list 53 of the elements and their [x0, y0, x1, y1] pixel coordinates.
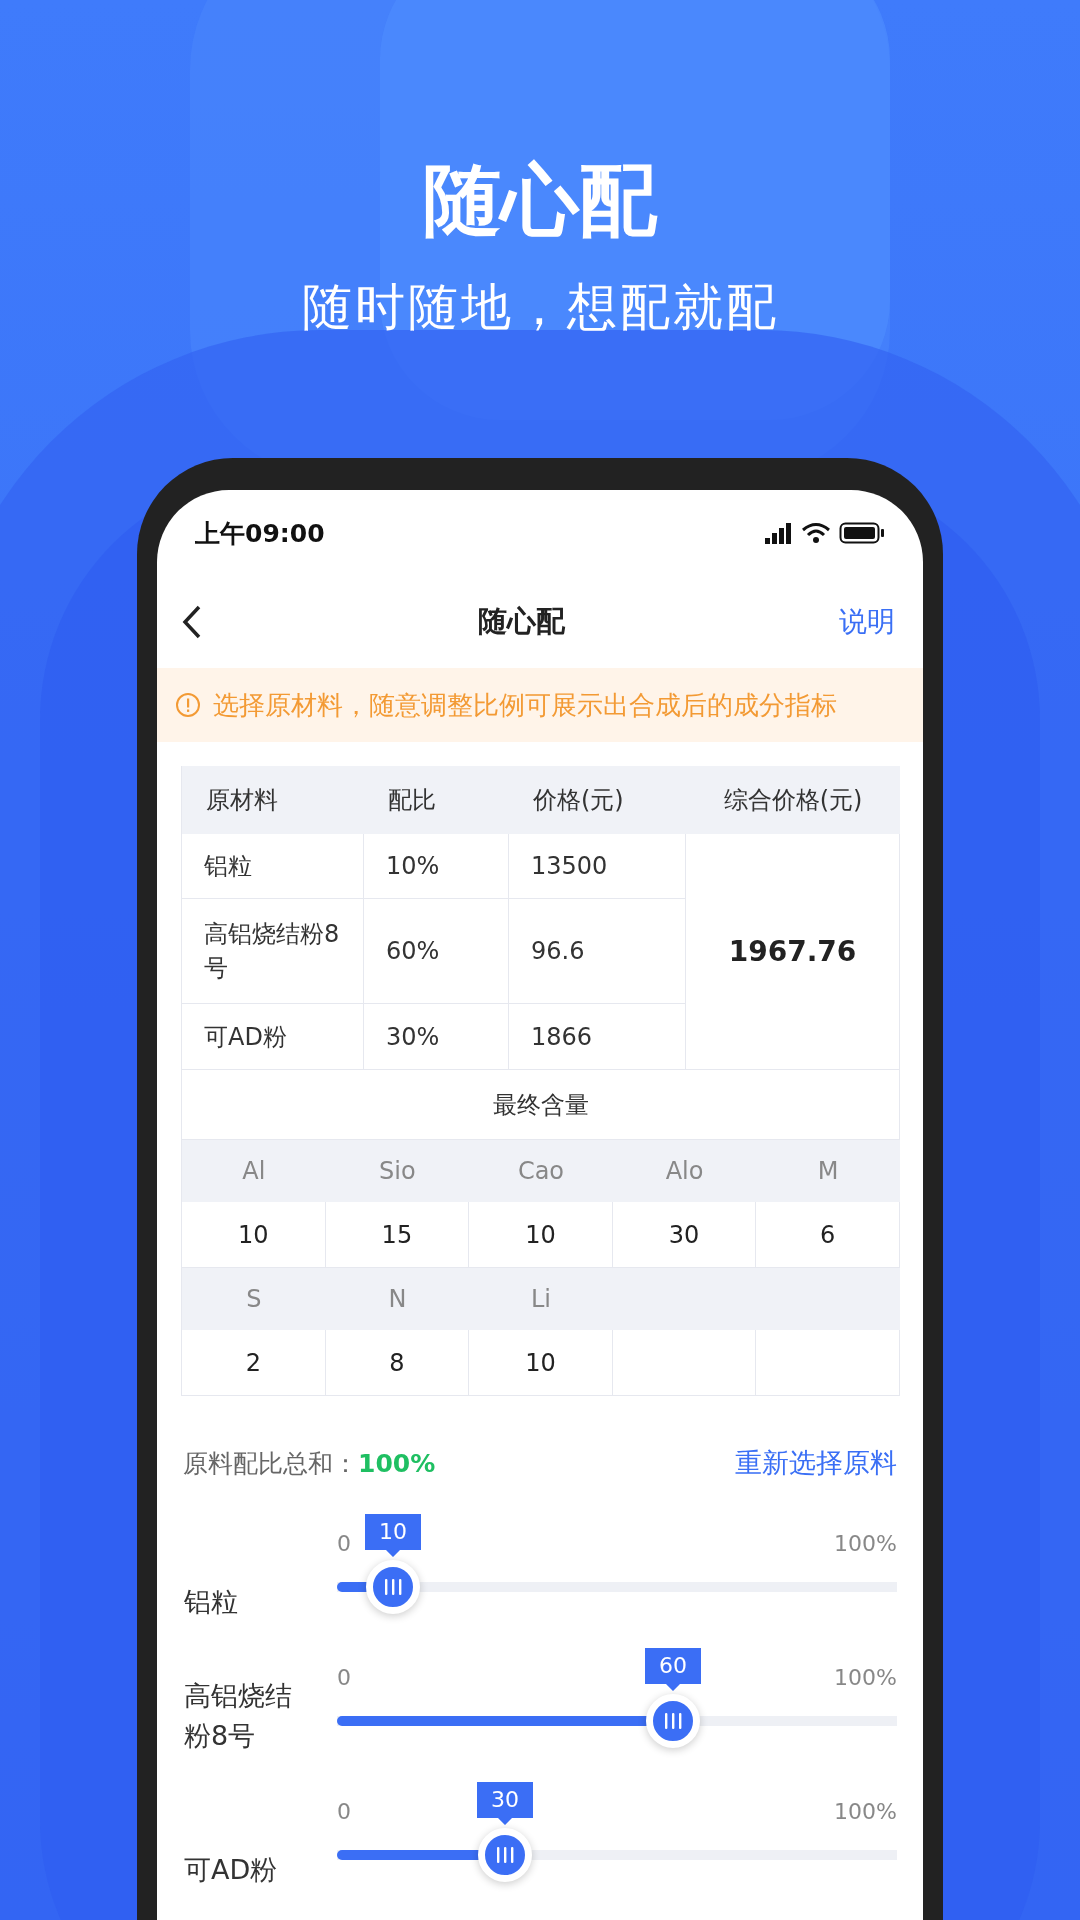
value-tooltip: 30: [477, 1782, 533, 1825]
wifi-icon: [801, 522, 831, 544]
help-link[interactable]: 说明: [839, 603, 895, 641]
grip-icon: [495, 1846, 515, 1864]
table-cell: 10: [469, 1330, 613, 1396]
grip-icon: [383, 1578, 403, 1596]
column-header: Sio: [325, 1140, 470, 1202]
table-cell: 1866: [509, 1004, 686, 1070]
table-cell: 96.6: [509, 899, 686, 1004]
column-header: Alo: [612, 1140, 757, 1202]
battery-icon: [839, 522, 885, 544]
table-cell: 10%: [364, 834, 509, 899]
slider-label: 可AD粉: [184, 1853, 279, 1887]
slider-label: 铝粒: [184, 1585, 239, 1619]
grip-icon: [663, 1712, 683, 1730]
table-cell: 2: [182, 1330, 326, 1396]
hero-subtitle: 随时随地，想配就配: [301, 277, 779, 338]
column-header: 综合价格(元): [686, 766, 900, 834]
column-header: 配比: [364, 766, 509, 834]
table-cell: 可AD粉: [182, 1004, 364, 1070]
slider-min: 0: [337, 1665, 351, 1690]
column-header: Cao: [469, 1140, 613, 1202]
total-price-cell: 1967.76: [686, 834, 900, 1070]
value-tooltip: 60: [645, 1648, 701, 1691]
column-header: N: [325, 1268, 470, 1330]
table-cell: 8: [325, 1330, 470, 1396]
slider-min: 0: [337, 1799, 351, 1824]
status-time: 上午09:00: [195, 517, 325, 550]
slider-label: 高铝烧结粉8号: [184, 1679, 293, 1753]
ratio-sum-text: 原料配比总和：100%: [183, 1447, 436, 1480]
column-header: 价格(元): [509, 766, 686, 834]
value-tooltip: 10: [365, 1514, 421, 1557]
hero-title: 随心配: [423, 154, 657, 247]
info-icon: [175, 692, 201, 718]
table-cell: 60%: [364, 899, 509, 1004]
column-header: 原材料: [182, 766, 364, 834]
table-cell: 30%: [364, 1004, 509, 1070]
slider-max: 100%: [834, 1665, 897, 1690]
reselect-link[interactable]: 重新选择原料: [735, 1445, 897, 1481]
back-icon[interactable]: [181, 604, 203, 640]
page-title: 随心配: [477, 603, 565, 640]
column-header: S: [182, 1268, 326, 1330]
table-cell: 13500: [509, 834, 686, 899]
column-header: M: [756, 1140, 900, 1202]
table-cell: 铝粒: [182, 834, 364, 899]
slider-max: 100%: [834, 1531, 897, 1556]
notice-text: 选择原材料，随意调整比例可展示出合成后的成分指标: [213, 688, 837, 722]
slider-max: 100%: [834, 1799, 897, 1824]
table-cell: 高铝烧结粉8号: [182, 899, 364, 1004]
signal-icon: [765, 522, 793, 544]
column-header: Al: [182, 1140, 326, 1202]
slider-min: 0: [337, 1531, 351, 1556]
column-header: Li: [469, 1268, 613, 1330]
